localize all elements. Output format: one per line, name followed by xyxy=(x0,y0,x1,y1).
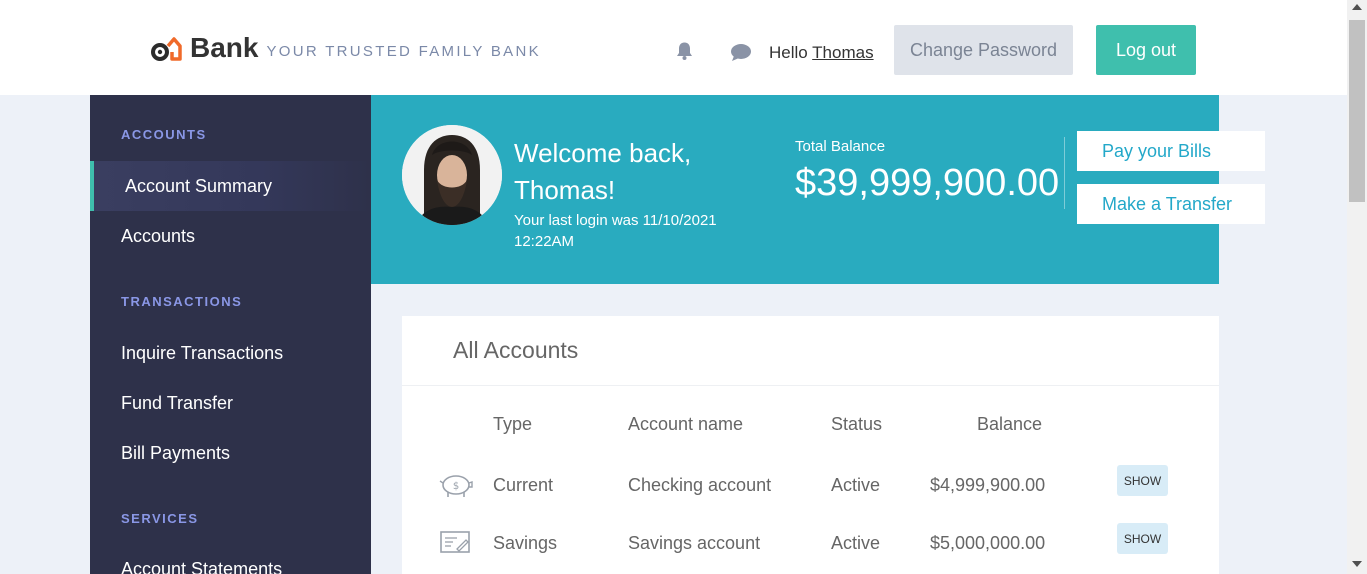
total-balance-value: $39,999,900.00 xyxy=(795,162,1060,204)
scroll-down-arrow-icon[interactable] xyxy=(1352,561,1362,567)
sidebar-nav: ACCOUNTS Account Summary Accounts TRANSA… xyxy=(90,95,371,574)
sidebar-item-account-summary[interactable]: Account Summary xyxy=(90,161,371,211)
column-header-account-name: Account name xyxy=(628,414,744,434)
sidebar-item-bill-payments[interactable]: Bill Payments xyxy=(90,428,371,478)
cell-account-name: Savings account xyxy=(628,533,761,553)
brand-name: Bank xyxy=(190,32,259,63)
username-link[interactable]: Thomas xyxy=(812,43,873,62)
sidebar-item-fund-transfer[interactable]: Fund Transfer xyxy=(90,378,371,428)
column-header-type: Type xyxy=(493,414,533,434)
logout-button[interactable]: Log out xyxy=(1096,25,1196,75)
bank-logo-icon xyxy=(150,34,182,62)
welcome-banner: Welcome back, Thomas! Your last login wa… xyxy=(371,95,1265,284)
sidebar-item-account-statements[interactable]: Account Statements xyxy=(90,544,371,574)
sidebar-heading-services: SERVICES xyxy=(121,511,199,526)
card-divider xyxy=(402,385,1219,386)
change-password-button[interactable]: Change Password xyxy=(894,25,1073,75)
card-title: All Accounts xyxy=(453,337,579,363)
make-transfer-button[interactable]: Make a Transfer xyxy=(1077,184,1265,224)
cell-balance: $4,999,900.00 xyxy=(930,475,1046,495)
greeting-text: Hello xyxy=(769,43,808,62)
cell-status: Active xyxy=(831,533,881,553)
cell-type: Current xyxy=(493,475,554,495)
cell-account-name: Checking account xyxy=(628,475,772,495)
bell-icon[interactable] xyxy=(675,41,694,66)
show-account-button[interactable]: SHOW xyxy=(1117,465,1168,496)
show-account-button[interactable]: SHOW xyxy=(1117,523,1168,554)
welcome-message: Welcome back, Thomas! xyxy=(514,138,692,205)
total-balance-label: Total Balance xyxy=(795,138,886,155)
column-header-status: Status xyxy=(831,414,883,434)
sidebar-heading-transactions: TRANSACTIONS xyxy=(121,294,243,309)
scroll-up-arrow-icon[interactable] xyxy=(1352,4,1362,10)
pay-bills-button[interactable]: Pay your Bills xyxy=(1077,131,1265,171)
piggy-bank-icon: $ xyxy=(439,471,473,504)
check-icon xyxy=(439,529,471,562)
all-accounts-card: All Accounts Type Account name Status Ba… xyxy=(402,316,1219,574)
sidebar-item-accounts[interactable]: Accounts xyxy=(90,211,371,261)
last-login-text: Your last login was 11/10/2021 12:22AM xyxy=(514,212,717,250)
chat-icon[interactable] xyxy=(730,43,752,67)
sidebar-heading-accounts: ACCOUNTS xyxy=(121,127,207,142)
avatar[interactable] xyxy=(402,125,502,225)
svg-text:$: $ xyxy=(453,481,459,492)
column-header-balance: Balance xyxy=(977,414,1043,434)
cell-type: Savings xyxy=(493,533,558,553)
top-header: Bank YOUR TRUSTED FAMILY BANK Hello Thom… xyxy=(0,0,1347,95)
cell-balance: $5,000,000.00 xyxy=(930,533,1046,553)
brand-logo[interactable]: Bank YOUR TRUSTED FAMILY BANK xyxy=(150,34,541,62)
brand-tagline: YOUR TRUSTED FAMILY BANK xyxy=(266,43,541,60)
scrollbar-thumb[interactable] xyxy=(1349,20,1365,202)
banner-divider xyxy=(1064,137,1065,209)
cell-status: Active xyxy=(831,475,881,495)
sidebar-item-inquire-transactions[interactable]: Inquire Transactions xyxy=(90,328,371,378)
user-greeting: Hello Thomas xyxy=(769,43,874,63)
